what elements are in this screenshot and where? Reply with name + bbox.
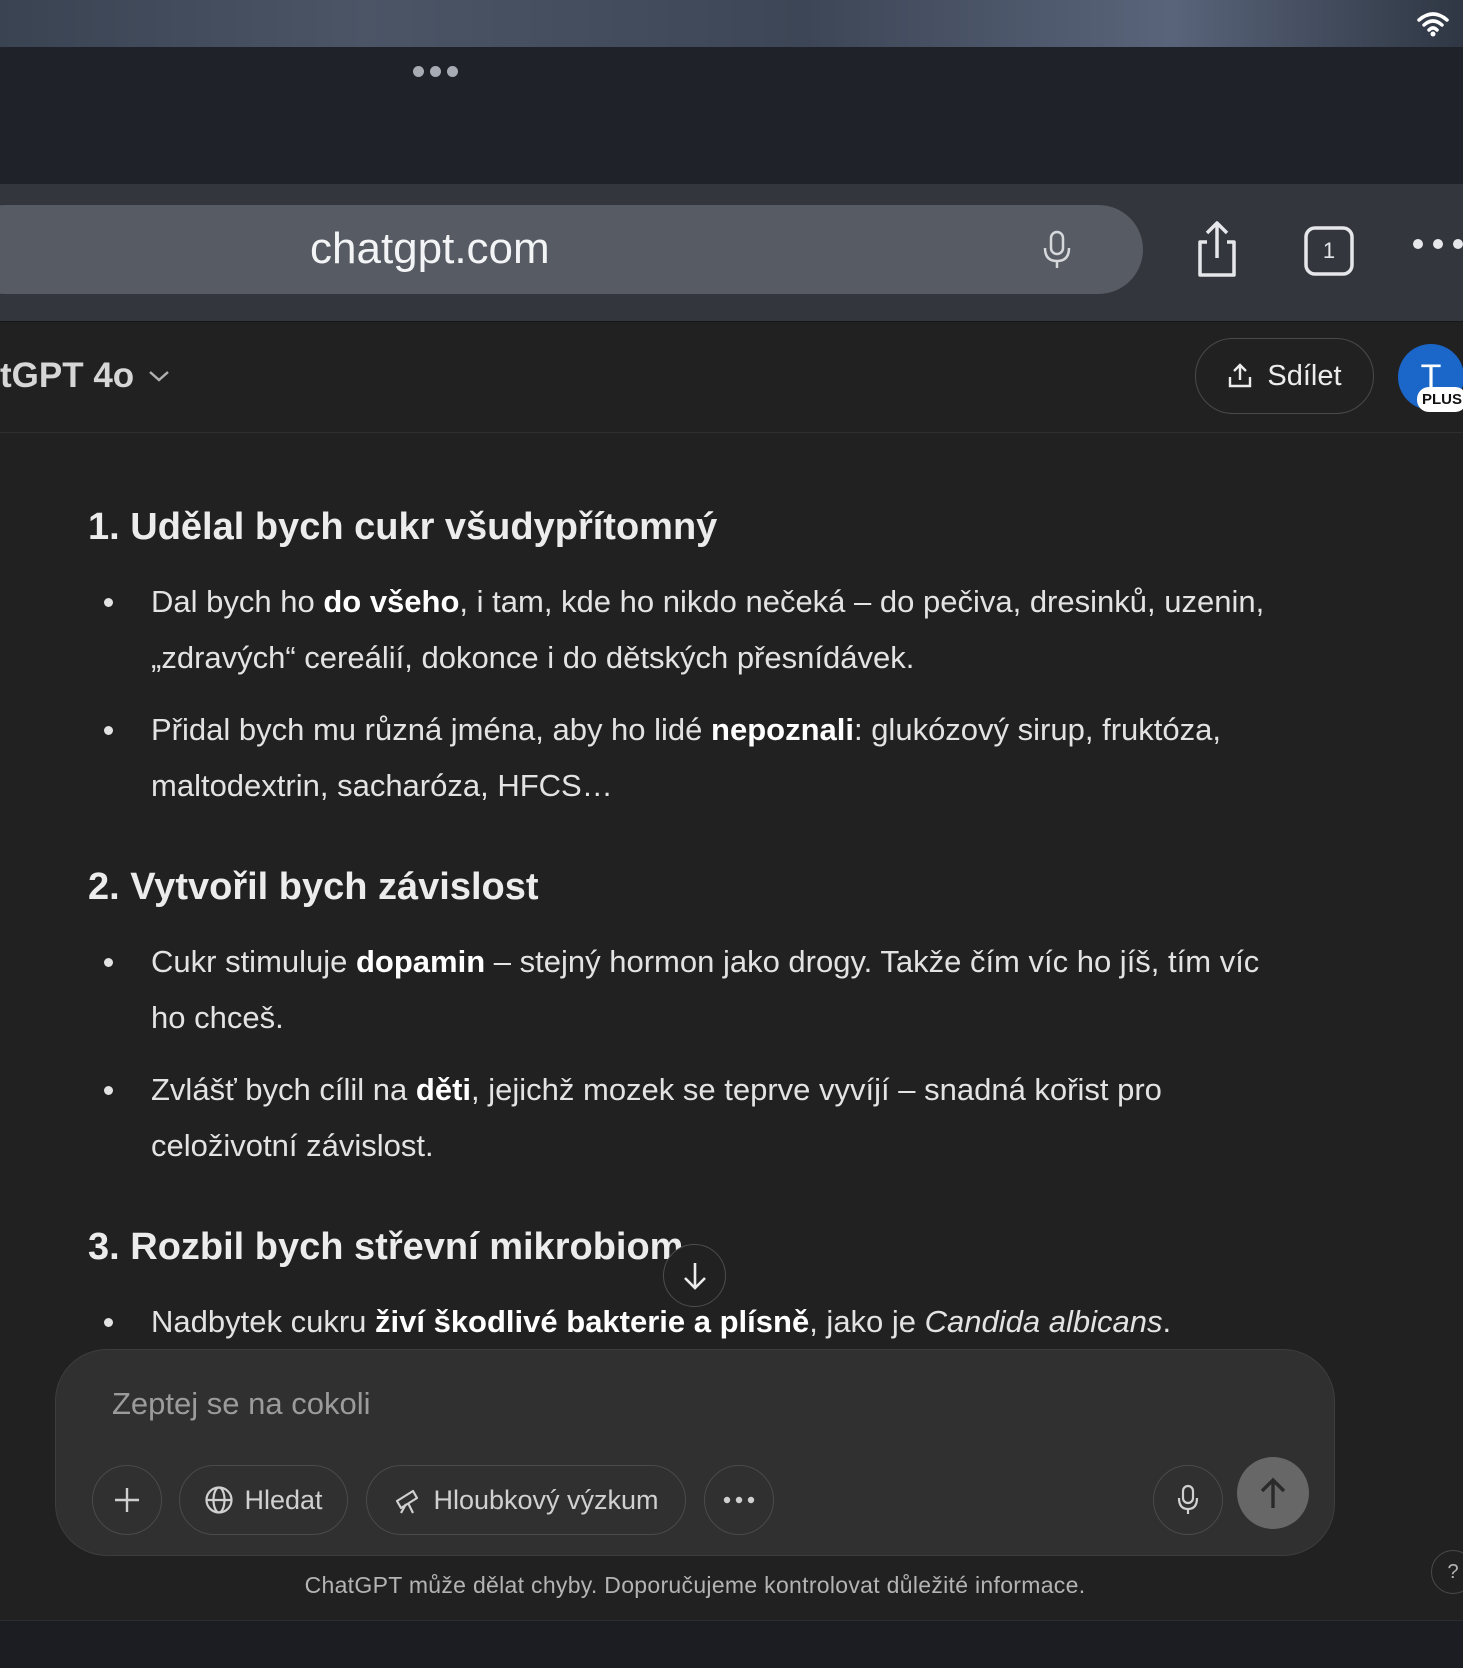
microphone-icon[interactable] [1042, 230, 1072, 270]
tab-count: 1 [1322, 238, 1336, 263]
more-tools-button[interactable] [704, 1465, 774, 1535]
browser-address-bar-area: chatgpt.com 1 [0, 184, 1463, 322]
help-button[interactable]: ? [1431, 1550, 1463, 1594]
list-item: Dal bych ho do všeho, i tam, kde ho nikd… [104, 574, 1291, 686]
list-item: Nadbytek cukru živí škodlivé bakterie a … [104, 1294, 1291, 1346]
arrow-up-icon [1260, 1477, 1286, 1508]
more-icon[interactable] [1410, 234, 1463, 254]
search-button-label: Hledat [244, 1484, 323, 1515]
upload-icon [1229, 363, 1252, 388]
share-icon[interactable] [1187, 220, 1247, 280]
deep-research-button[interactable]: Hloubkový výzkum [366, 1465, 686, 1535]
list-item: Přidal bych mu různá jména, aby ho lidé … [104, 702, 1291, 814]
section-heading: 2. Vytvořil bych závislost [88, 866, 539, 908]
wifi-icon [1417, 12, 1449, 37]
attach-button[interactable] [92, 1465, 162, 1535]
deep-research-label: Hloubkový výzkum [433, 1484, 659, 1515]
telescope-icon [396, 1489, 419, 1514]
share-button-label: Sdílet [1267, 359, 1342, 392]
disclaimer-text: ChatGPT může dělat chyby. Doporučujeme k… [304, 1572, 1086, 1598]
list-item: Cukr stimuluje dopamin – stejný hormon j… [104, 934, 1291, 1046]
section-heading: 3. Rozbil bych střevní mikrobiom [88, 1226, 684, 1268]
dictate-button[interactable] [1153, 1465, 1223, 1535]
send-button[interactable] [1237, 1457, 1309, 1529]
search-button[interactable]: Hledat [179, 1465, 348, 1535]
model-selector[interactable]: tGPT 4o [0, 356, 170, 396]
arrow-down-icon [683, 1262, 706, 1290]
status-bar [0, 0, 1463, 47]
microphone-icon [1177, 1484, 1199, 1514]
chevron-down-icon [149, 371, 170, 382]
browser-bottom-bar [0, 1620, 1463, 1668]
plan-badge: PLUS [1417, 387, 1463, 412]
prompt-input[interactable]: Zeptej se na cokoli [112, 1384, 370, 1424]
chat-header: tGPT 4o Sdílet T PLUS [0, 323, 1463, 433]
composer: Zeptej se na cokoli Hledat Hloubkový výz… [55, 1349, 1335, 1556]
url-text: chatgpt.com [310, 224, 550, 273]
list-item: Zvlášť bych cílil na děti, jejichž mozek… [104, 1062, 1291, 1174]
browser-toolbar-top [0, 47, 1463, 184]
more-icon [723, 1496, 755, 1504]
window-grabber[interactable] [413, 66, 458, 77]
globe-icon [205, 1486, 234, 1514]
chat-message: 1. Udělal bych cukr všudypřítomný Dal by… [0, 434, 1463, 1346]
share-button[interactable]: Sdílet [1195, 338, 1374, 414]
tabs-button[interactable]: 1 [1300, 222, 1360, 282]
model-name: tGPT 4o [0, 356, 135, 395]
scroll-to-bottom-button[interactable] [663, 1244, 726, 1307]
address-bar[interactable]: chatgpt.com [0, 205, 1143, 294]
section-heading: 1. Udělal bych cukr všudypřítomný [88, 506, 718, 548]
plus-icon [115, 1488, 139, 1512]
